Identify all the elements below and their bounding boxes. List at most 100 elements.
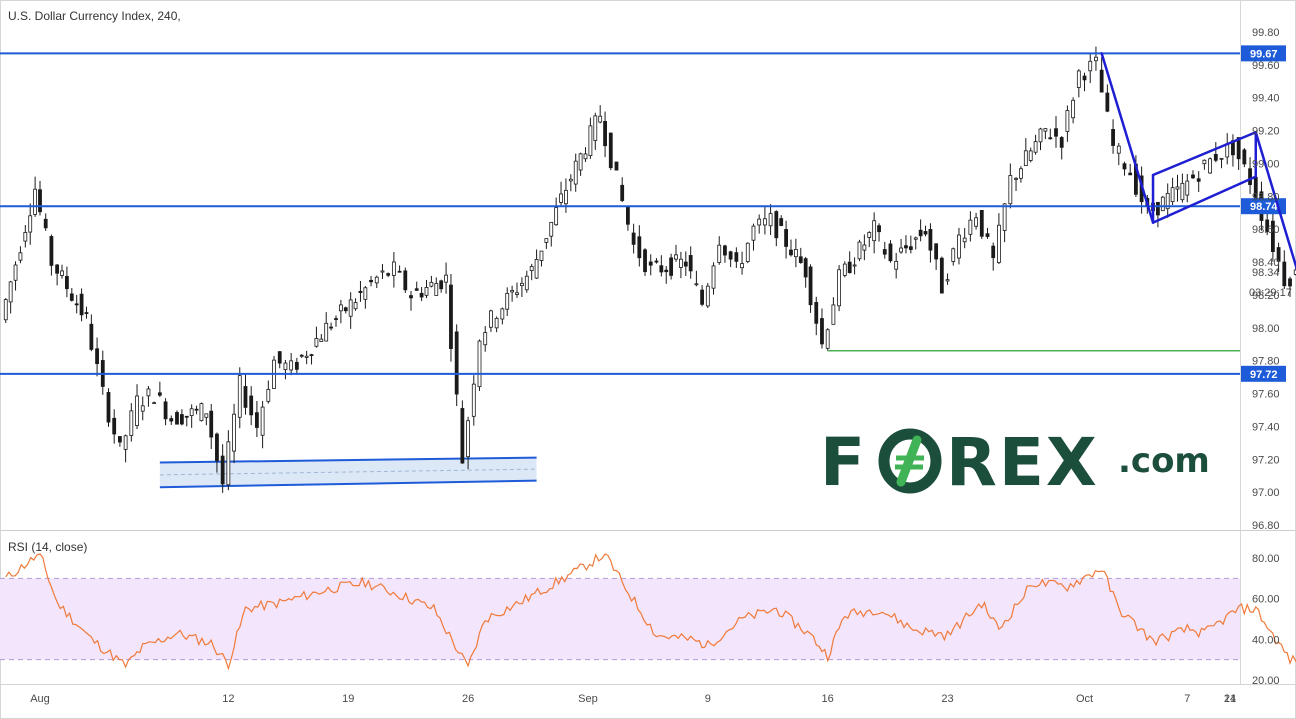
candle-body <box>28 215 33 233</box>
candle-body <box>583 153 588 160</box>
rsi-tick-label: 80.00 <box>1252 553 1280 565</box>
candle-body <box>329 326 333 329</box>
candle-body <box>717 244 722 263</box>
candle-body <box>847 261 852 274</box>
candle-body <box>789 249 793 256</box>
price-tick-label: 99.80 <box>1252 27 1280 39</box>
candle-body <box>163 401 168 420</box>
candle-body <box>204 413 209 418</box>
candle-body <box>220 455 225 485</box>
price-tick-label: 97.40 <box>1252 421 1280 433</box>
candle-body <box>353 302 358 310</box>
candle-body <box>226 441 231 486</box>
candle-body <box>1248 168 1252 185</box>
candle-body <box>1008 175 1013 205</box>
candle-body <box>659 265 664 273</box>
candle-body <box>974 217 978 227</box>
candle-body <box>209 410 214 438</box>
candle-body <box>358 290 363 293</box>
logo-letter-f: F <box>820 424 867 501</box>
candle-body <box>723 245 727 256</box>
candle-body <box>152 402 157 405</box>
candle-body <box>842 263 847 276</box>
candle-body <box>319 338 324 342</box>
candle-body <box>169 418 174 422</box>
countdown-label: 03:29:17 <box>1249 287 1292 299</box>
time-tick-label: 23 <box>941 693 953 705</box>
candle-body <box>33 188 38 215</box>
candle-body <box>494 317 499 329</box>
candle-body <box>112 417 117 435</box>
candle-body <box>637 236 642 259</box>
candle-body <box>466 420 470 458</box>
candle-body <box>477 340 482 388</box>
price-tick-label: 97.00 <box>1252 487 1280 499</box>
candle-body <box>449 284 453 349</box>
candle-body <box>908 246 913 250</box>
candle-body <box>643 249 647 273</box>
time-tick-label: 26 <box>462 693 474 705</box>
candle-body <box>626 206 630 225</box>
candle-body <box>564 189 568 205</box>
candle-body <box>534 259 539 279</box>
candle-body <box>299 354 304 357</box>
candle-body <box>939 257 944 294</box>
last-price-label: 98.34 <box>1252 267 1280 279</box>
candle-body <box>434 283 439 296</box>
candle-body <box>1105 92 1110 112</box>
candle-body <box>593 115 598 141</box>
candle-body <box>945 279 950 282</box>
horizontal-levels: 99.6798.7497.72 <box>0 45 1286 382</box>
candle-body <box>631 232 636 245</box>
candle-body <box>757 218 762 226</box>
candle-body <box>683 261 688 267</box>
candle-body <box>249 395 254 416</box>
candle-body <box>309 354 314 357</box>
candle-body <box>1242 149 1247 165</box>
candle-body <box>798 256 803 263</box>
candle-body <box>65 276 69 290</box>
candle-body <box>324 322 329 342</box>
candle-body <box>888 243 893 262</box>
candle-body <box>175 412 179 425</box>
candle-body <box>852 264 857 267</box>
chart-title: U.S. Dollar Currency Index, 240, <box>8 9 181 23</box>
candle-body <box>1208 158 1213 174</box>
candle-body <box>69 293 74 301</box>
time-tick-label: 21 <box>1224 693 1236 705</box>
candle-body <box>793 248 798 258</box>
candle-body <box>483 332 488 346</box>
candle-body <box>3 299 8 321</box>
candle-body <box>369 279 373 283</box>
candle-body <box>867 232 872 238</box>
candle-body <box>237 375 242 418</box>
candle-body <box>1128 172 1133 176</box>
candle-body <box>614 161 619 171</box>
time-tick-label: 19 <box>342 693 354 705</box>
candle-body <box>831 304 836 325</box>
candle-body <box>554 207 559 226</box>
forex-logo: F REX .com <box>820 424 1210 501</box>
price-tick-label: 97.80 <box>1252 356 1280 368</box>
candle-body <box>934 243 939 260</box>
candle-body <box>118 436 122 443</box>
candle-body <box>403 270 408 291</box>
candle-body <box>334 318 338 320</box>
candle-body <box>664 269 669 273</box>
candle-body <box>768 213 773 227</box>
candle-body <box>539 250 544 261</box>
candle-body <box>1033 141 1038 153</box>
candle-body <box>928 229 933 251</box>
candle-body <box>13 264 18 281</box>
candle-body <box>679 258 683 268</box>
candle-body <box>444 274 448 283</box>
candle-body <box>573 160 578 185</box>
candle-body <box>1059 137 1064 148</box>
candle-body <box>918 229 923 237</box>
candle-body <box>694 283 699 286</box>
candle-body <box>997 224 1001 263</box>
candle-body <box>471 383 476 417</box>
price-series <box>3 46 1296 493</box>
candle-body <box>363 287 368 300</box>
rsi-band <box>0 578 1240 660</box>
